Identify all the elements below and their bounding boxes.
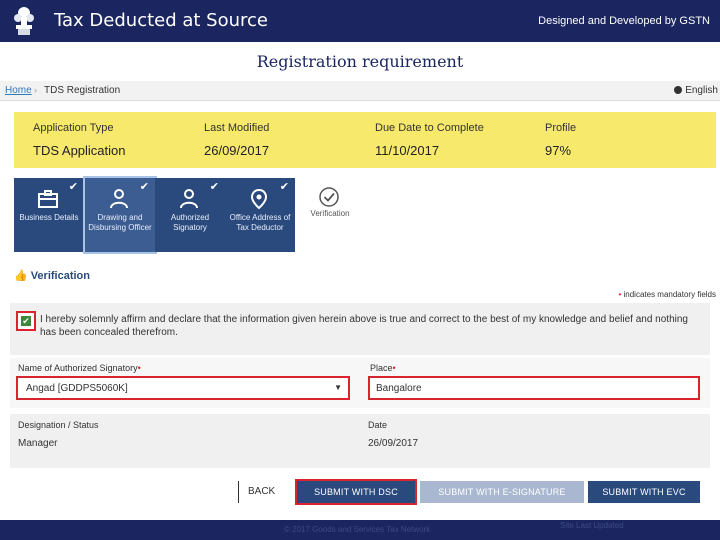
application-summary: Application Type TDS Application Last Mo… (14, 112, 716, 168)
declaration-panel: ✔ I hereby solemnly affirm and declare t… (10, 303, 710, 355)
person-icon (180, 189, 198, 209)
summary-label: Due Date to Complete (375, 122, 484, 134)
summary-last-modified: Last Modified 26/09/2017 (204, 122, 269, 158)
place-input[interactable]: Bangalore (368, 376, 700, 400)
date-label: Date (368, 420, 388, 430)
summary-profile: Profile 97% (545, 122, 576, 158)
checkmark-icon: ✔ (209, 181, 219, 193)
checkmark-icon: ✔ (279, 181, 289, 193)
language-selector[interactable]: English (674, 85, 718, 96)
declaration-text: I hereby solemnly affirm and declare tha… (40, 314, 688, 338)
tab-label: Verification (310, 209, 350, 218)
mandatory-note-text: indicates mandatory fields (623, 290, 717, 299)
tab-label: Authorized Signatory (170, 213, 210, 232)
summary-label: Last Modified (204, 122, 270, 134)
place-input-value: Bangalore (376, 383, 422, 394)
verification-heading: 👍 Verification (14, 269, 90, 282)
checkmark-icon: ✔ (68, 181, 78, 193)
breadcrumb: Home › TDS Registration English (0, 81, 720, 101)
person-icon (110, 189, 128, 209)
summary-due-date: Due Date to Complete 11/10/2017 (375, 122, 484, 158)
summary-value: 97% (545, 143, 572, 158)
tab-authorized-signatory[interactable]: ✔ Authorized Signatory (155, 178, 225, 252)
designation-value: Manager (18, 438, 58, 449)
banner-credit: Designed and Developed by GSTN (538, 15, 710, 27)
signatory-panel: Name of Authorized Signatory• Angad [GDD… (10, 358, 710, 408)
summary-value: TDS Application (33, 143, 126, 158)
tab-office-address[interactable]: ✔ Office Address of Tax Deductor (225, 178, 295, 252)
footer-text: © 2017 Goods and Services Tax Network (284, 525, 431, 534)
tab-verification[interactable]: Verification (295, 178, 365, 252)
required-marker: • (618, 290, 622, 299)
checkmark-icon: ✔ (139, 181, 149, 193)
summary-application-type: Application Type TDS Application (33, 122, 126, 158)
declaration-checkbox[interactable]: ✔ (16, 311, 36, 331)
signatory-select-value: Angad [GDDPS5060K] (26, 383, 128, 394)
signatory-label-text: Name of Authorized Signatory (18, 363, 138, 373)
location-pin-icon (250, 188, 268, 210)
submit-evc-button[interactable]: SUBMIT WITH EVC (588, 481, 700, 503)
summary-label: Profile (545, 122, 577, 134)
button-divider (238, 481, 239, 503)
required-marker: • (137, 363, 141, 373)
globe-icon (674, 86, 683, 94)
checkmark-icon: ✔ (21, 316, 31, 326)
back-button[interactable]: BACK (248, 486, 275, 497)
signatory-select[interactable]: Angad [GDDPS5060K] ▼ (16, 376, 350, 400)
thumbs-up-icon: 👍 (14, 270, 28, 282)
briefcase-icon (38, 190, 58, 208)
mandatory-note: • indicates mandatory fields (618, 290, 716, 299)
tab-business-details[interactable]: ✔ Business Details (14, 178, 84, 252)
registration-tabs: ✔ Business Details ✔ Drawing and Disburs… (14, 176, 365, 254)
submit-esignature-button[interactable]: SUBMIT WITH E-SIGNATURE (420, 481, 584, 503)
language-label: English (685, 85, 718, 96)
breadcrumb-home-link[interactable]: Home (5, 85, 32, 96)
tab-label: Business Details (19, 213, 79, 222)
footer-page-text: Site Last Updated (560, 521, 624, 530)
signatory-label: Name of Authorized Signatory• (18, 363, 141, 373)
date-value: 26/09/2017 (368, 438, 419, 449)
emblem-icon (14, 7, 34, 35)
designation-label: Designation / Status (18, 420, 99, 430)
breadcrumb-separator: › (34, 85, 37, 95)
required-marker: • (392, 363, 396, 373)
tab-drawing-disbursing-officer[interactable]: ✔ Drawing and Disbursing Officer (83, 176, 157, 254)
header-banner: Tax Deducted at Source Designed and Deve… (0, 0, 720, 42)
banner-title: Tax Deducted at Source (54, 10, 268, 31)
check-circle-icon (319, 187, 339, 207)
footer-bar: © 2017 Goods and Services Tax Network Si… (0, 520, 720, 540)
tab-label: Drawing and Disbursing Officer (88, 213, 152, 232)
place-label: Place• (370, 363, 396, 373)
summary-label: Application Type (33, 122, 114, 134)
summary-value: 26/09/2017 (204, 143, 270, 158)
page-title: Registration requirement (256, 52, 464, 71)
submit-dsc-button[interactable]: SUBMIT WITH DSC (295, 479, 417, 505)
verification-heading-text: Verification (30, 270, 90, 282)
breadcrumb-current: TDS Registration (44, 85, 121, 96)
designation-panel: Designation / Status Manager Date 26/09/… (10, 414, 710, 468)
caret-down-icon: ▼ (334, 383, 342, 392)
place-label-text: Place (370, 363, 393, 373)
tab-label: Office Address of Tax Deductor (229, 213, 291, 232)
summary-value: 11/10/2017 (375, 143, 440, 158)
